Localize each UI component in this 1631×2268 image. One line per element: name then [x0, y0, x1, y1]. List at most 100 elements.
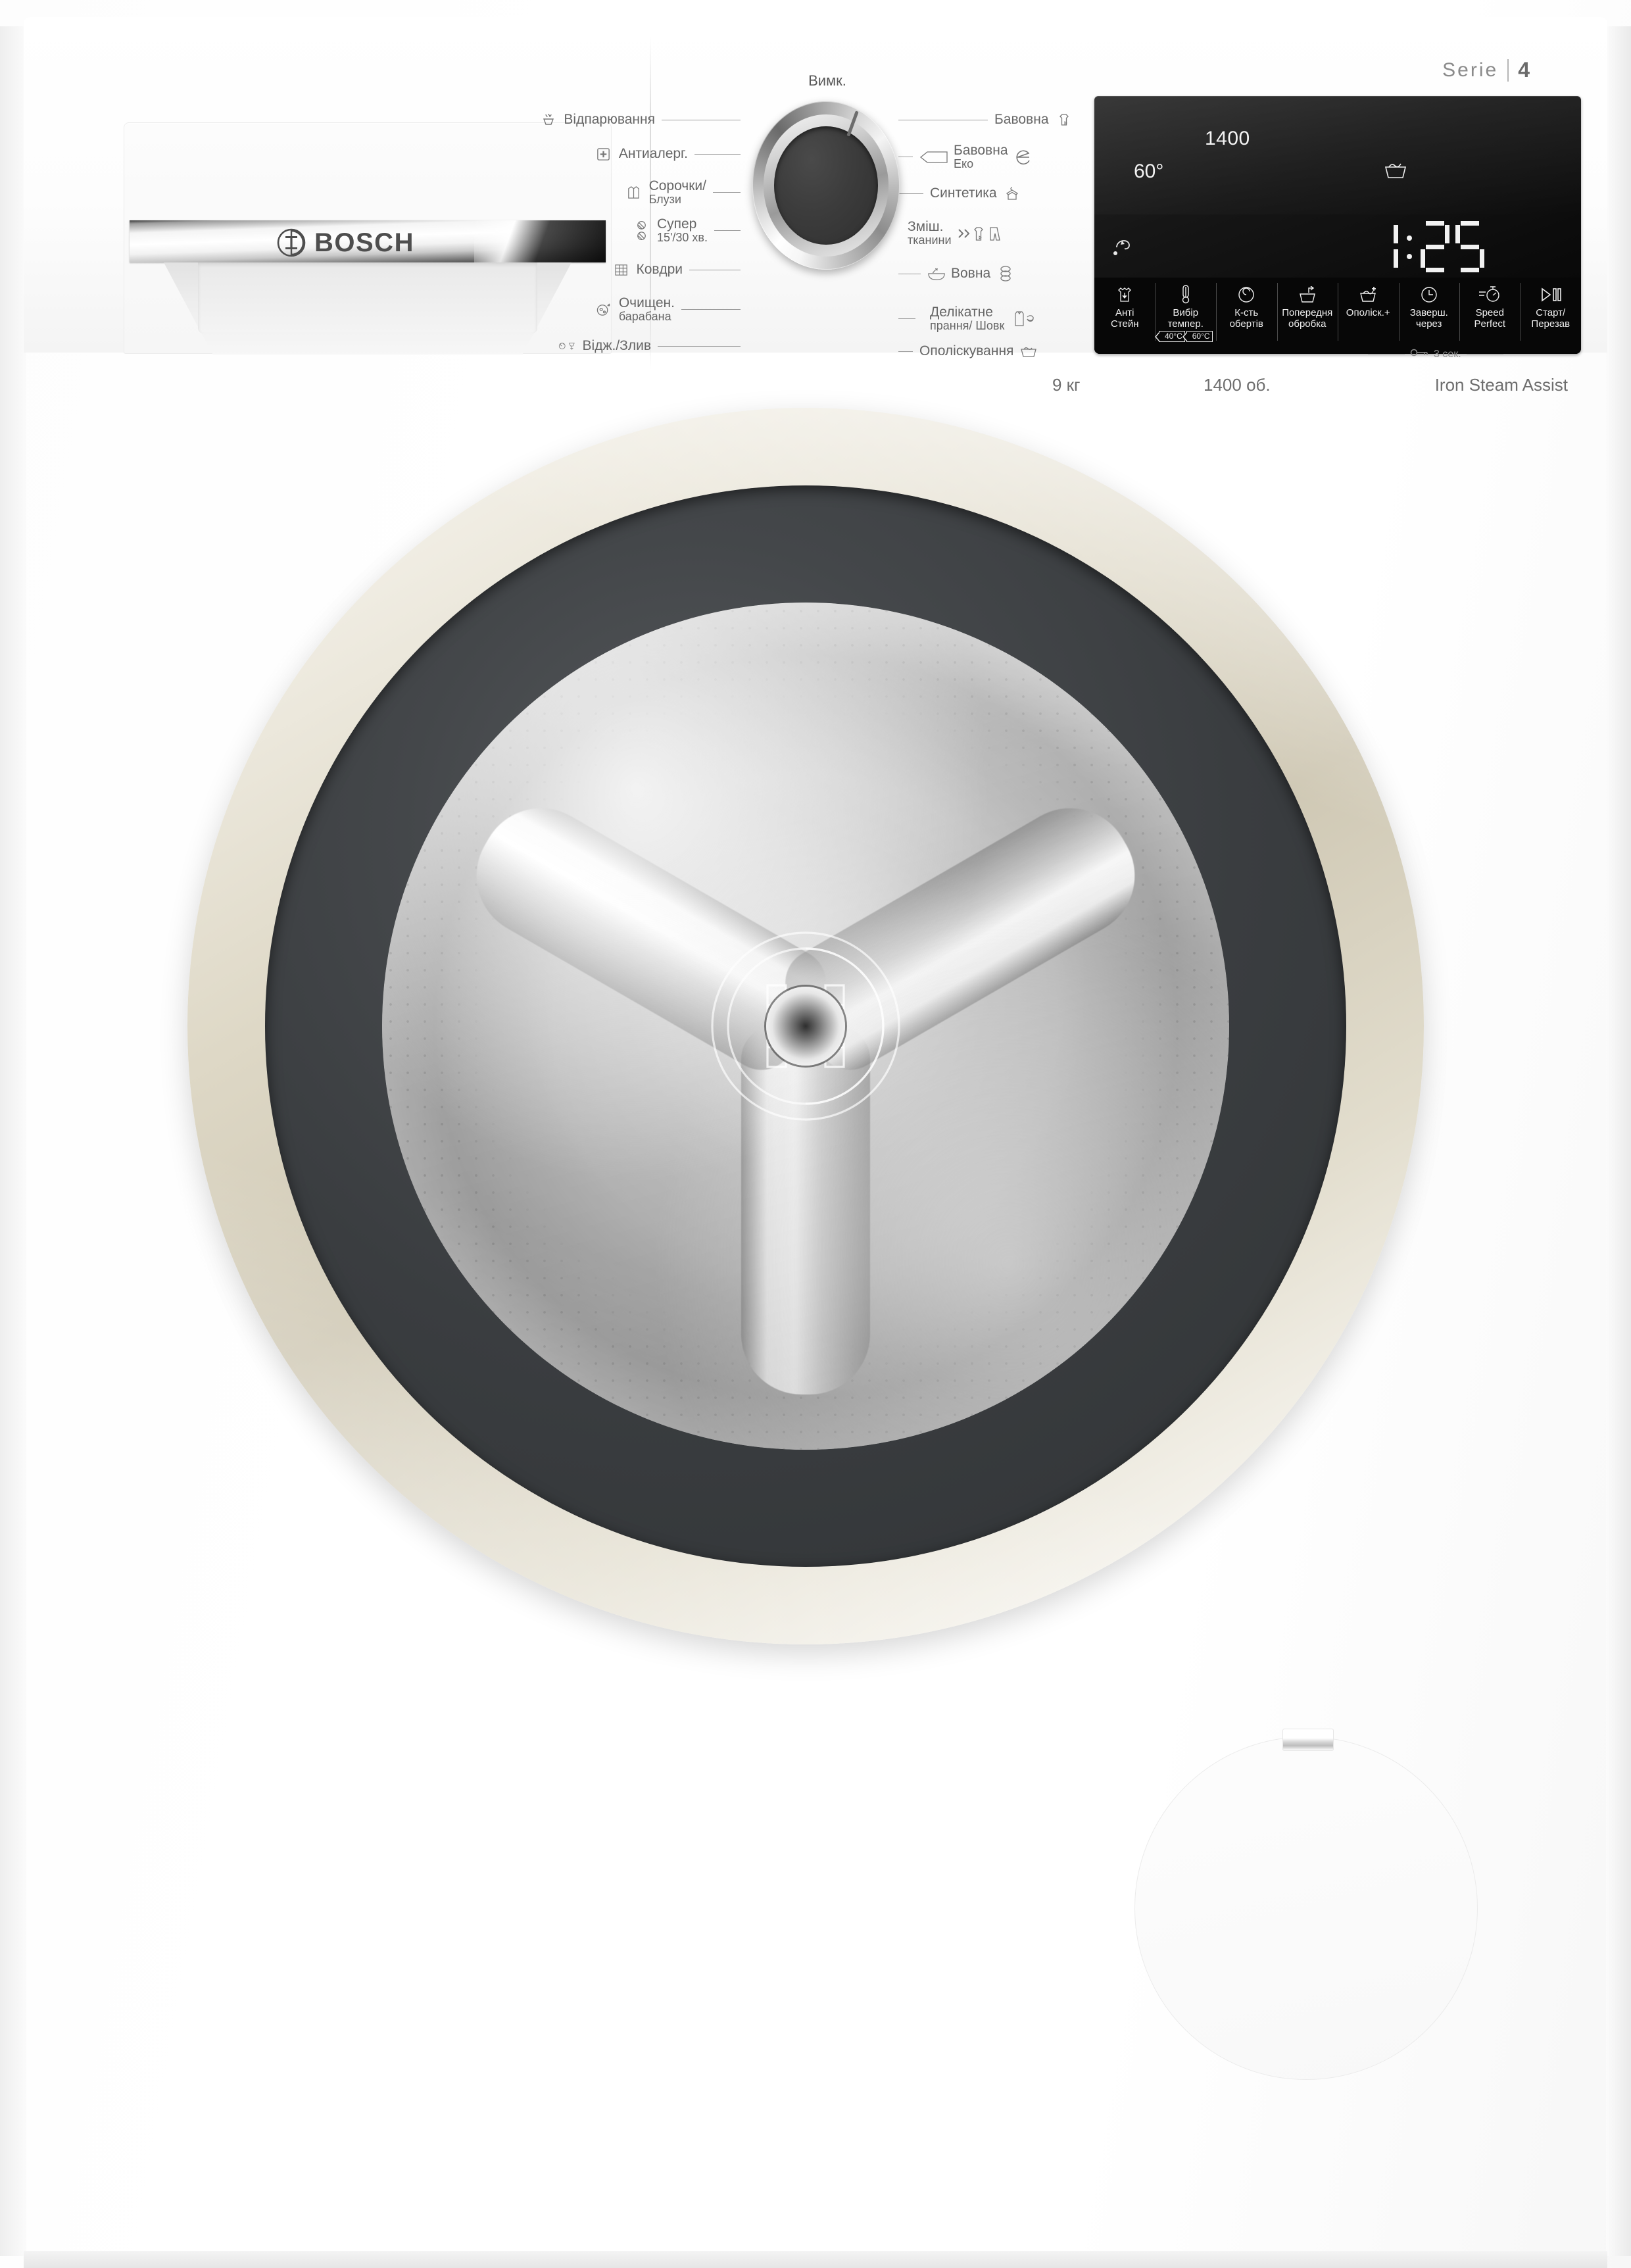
- temperature-chips: 40°C 60°C: [1154, 330, 1213, 342]
- program-tick: [714, 230, 741, 232]
- program-tick: [898, 193, 923, 194]
- selector-off-label: Вимк.: [808, 72, 846, 89]
- spec-spin: 1400 об.: [1204, 375, 1271, 395]
- program-label: Відж./Злив: [582, 337, 651, 353]
- display-spin-speed: 1400: [1205, 128, 1250, 149]
- program-label: Антиалерг.: [618, 145, 688, 161]
- program-tick: [681, 309, 741, 310]
- program-super-quick[interactable]: Супер 15'/30 хв.: [633, 216, 741, 244]
- handwash-icon: [927, 264, 946, 283]
- program-label: Бавовна Еко: [954, 143, 1008, 171]
- program-label: Відпарювання: [564, 111, 655, 127]
- program-cotton[interactable]: Бавовна: [898, 111, 1073, 129]
- program-tick: [658, 345, 741, 347]
- program-delicate-silk[interactable]: Делікатне прання/ Шовк: [898, 305, 1036, 332]
- panel-gloss-overlay: [1094, 96, 1581, 215]
- program-tick: [713, 192, 741, 193]
- child-lock-hint: 3 сек.: [1368, 347, 1503, 361]
- spec-row: 9 кг 1400 об. Iron Steam Assist: [1052, 375, 1578, 395]
- button-spin-speed[interactable]: К-сть обертів: [1216, 278, 1277, 354]
- hint-line-right: [1466, 354, 1503, 355]
- control-console: Serie 4 BOSCH Вимк. Відпарювання Антиале…: [24, 17, 1607, 370]
- program-tick: [898, 318, 915, 320]
- spin-spiral-icon: [1237, 284, 1255, 306]
- drum-clean-icon: [595, 301, 613, 319]
- series-badge: Serie 4: [1442, 58, 1530, 82]
- button-prewash[interactable]: Попередня обробка: [1277, 278, 1338, 354]
- rinse-basket-icon: [1019, 342, 1038, 360]
- display-remaining-time: 1:25: [1369, 221, 1490, 272]
- shirt-icon: [625, 184, 643, 202]
- service-flap[interactable]: [1134, 1737, 1478, 2080]
- button-label: К-сть обертів: [1229, 307, 1263, 330]
- detergent-drawer[interactable]: BOSCH: [124, 122, 612, 355]
- program-duvet[interactable]: Ковдри: [612, 260, 741, 279]
- steam-icon: [539, 111, 558, 129]
- cabinet-left-edge: [0, 26, 26, 2256]
- eco-e-icon: [1014, 148, 1033, 166]
- button-speed-perfect[interactable]: Speed Perfect: [1459, 278, 1521, 354]
- program-cotton-eco[interactable]: Бавовна Еко: [898, 143, 1033, 170]
- button-label: Ополіск.+: [1346, 307, 1390, 318]
- allergy-plus-icon: [595, 145, 613, 163]
- clock-icon: [1420, 284, 1438, 306]
- door-assembly[interactable]: [187, 408, 1424, 1644]
- program-label: Вовна: [951, 265, 991, 281]
- thermometer-icon: [1180, 284, 1192, 306]
- option-button-row: Анті Стейн Вибір темпер. 40°C 60°C К-сть…: [1094, 278, 1581, 354]
- cabinet-right-edge: [1606, 26, 1631, 2256]
- program-label: Делікатне прання/ Шовк: [930, 305, 1005, 333]
- button-label: Анті Стейн: [1110, 307, 1139, 330]
- synthetics-icon: [1003, 184, 1021, 203]
- anti-stain-shirt-icon: [1115, 284, 1134, 306]
- button-finish-in[interactable]: Заверш. через: [1398, 278, 1460, 354]
- hint-text: 3 сек.: [1434, 348, 1461, 360]
- key-icon: [1410, 347, 1428, 361]
- button-temperature[interactable]: Вибір темпер. 40°C 60°C: [1154, 278, 1217, 354]
- button-rinse-plus[interactable]: Ополіск.+: [1338, 278, 1399, 354]
- program-steam[interactable]: Відпарювання: [539, 111, 741, 129]
- speed-perfect-icon: [1478, 284, 1501, 306]
- door-glass: [382, 603, 1229, 1450]
- mixed-fabrics-icon: [958, 224, 1005, 243]
- cotton-eco-tag-icon: [919, 148, 948, 166]
- button-label: Попередня обробка: [1282, 307, 1333, 330]
- cabinet-plinth: [24, 2251, 1607, 2268]
- program-drum-clean[interactable]: Очищен. барабана: [595, 295, 741, 324]
- cotton-icon: [1055, 111, 1073, 129]
- button-label: Заверш. через: [1409, 307, 1448, 330]
- program-label: Очищен. барабана: [618, 295, 675, 324]
- series-label: Serie: [1442, 59, 1499, 81]
- duvet-icon: [612, 260, 631, 279]
- program-antiallergy[interactable]: Антиалерг.: [595, 145, 741, 163]
- program-selector-knob[interactable]: [752, 101, 900, 270]
- program-shirts-blouses[interactable]: Сорочки/ Блузи: [625, 178, 741, 207]
- iron-steam-icon: [1109, 234, 1135, 260]
- program-wool[interactable]: Вовна: [898, 264, 1015, 283]
- program-mixed-fabrics[interactable]: Зміш. тканини: [898, 219, 1005, 247]
- program-synthetics[interactable]: Синтетика: [898, 184, 1021, 203]
- program-label: Сорочки/ Блузи: [648, 178, 706, 207]
- series-number: 4: [1518, 58, 1530, 82]
- glass-reflection: [382, 603, 1229, 1450]
- bosch-emblem-icon: [277, 228, 306, 257]
- button-anti-stain[interactable]: Анті Стейн: [1094, 278, 1156, 354]
- program-tick: [694, 153, 741, 155]
- program-tick: [898, 351, 913, 352]
- button-label: Speed Perfect: [1474, 307, 1506, 330]
- spec-capacity: 9 кг: [1052, 375, 1081, 395]
- bosch-logo: BOSCH: [277, 228, 414, 257]
- series-separator: [1507, 59, 1509, 82]
- seg-digit-3: [1455, 221, 1484, 272]
- button-label: Старт/ Перезав: [1531, 307, 1570, 330]
- drawer-grip-recess[interactable]: [198, 262, 537, 333]
- service-flap-tab[interactable]: [1282, 1729, 1334, 1751]
- seg-digit-1: [1369, 221, 1398, 272]
- program-spin-drain[interactable]: Відж./Злив: [558, 337, 741, 355]
- program-label: Зміш. тканини: [908, 219, 952, 247]
- program-rinse[interactable]: Ополіскування: [898, 342, 1038, 360]
- seg-digit-2: [1421, 221, 1449, 272]
- temp-chip-60: 60°C: [1182, 330, 1213, 342]
- button-label: Вибір темпер.: [1167, 307, 1204, 330]
- button-start-pause[interactable]: Старт/ Перезав: [1520, 278, 1582, 354]
